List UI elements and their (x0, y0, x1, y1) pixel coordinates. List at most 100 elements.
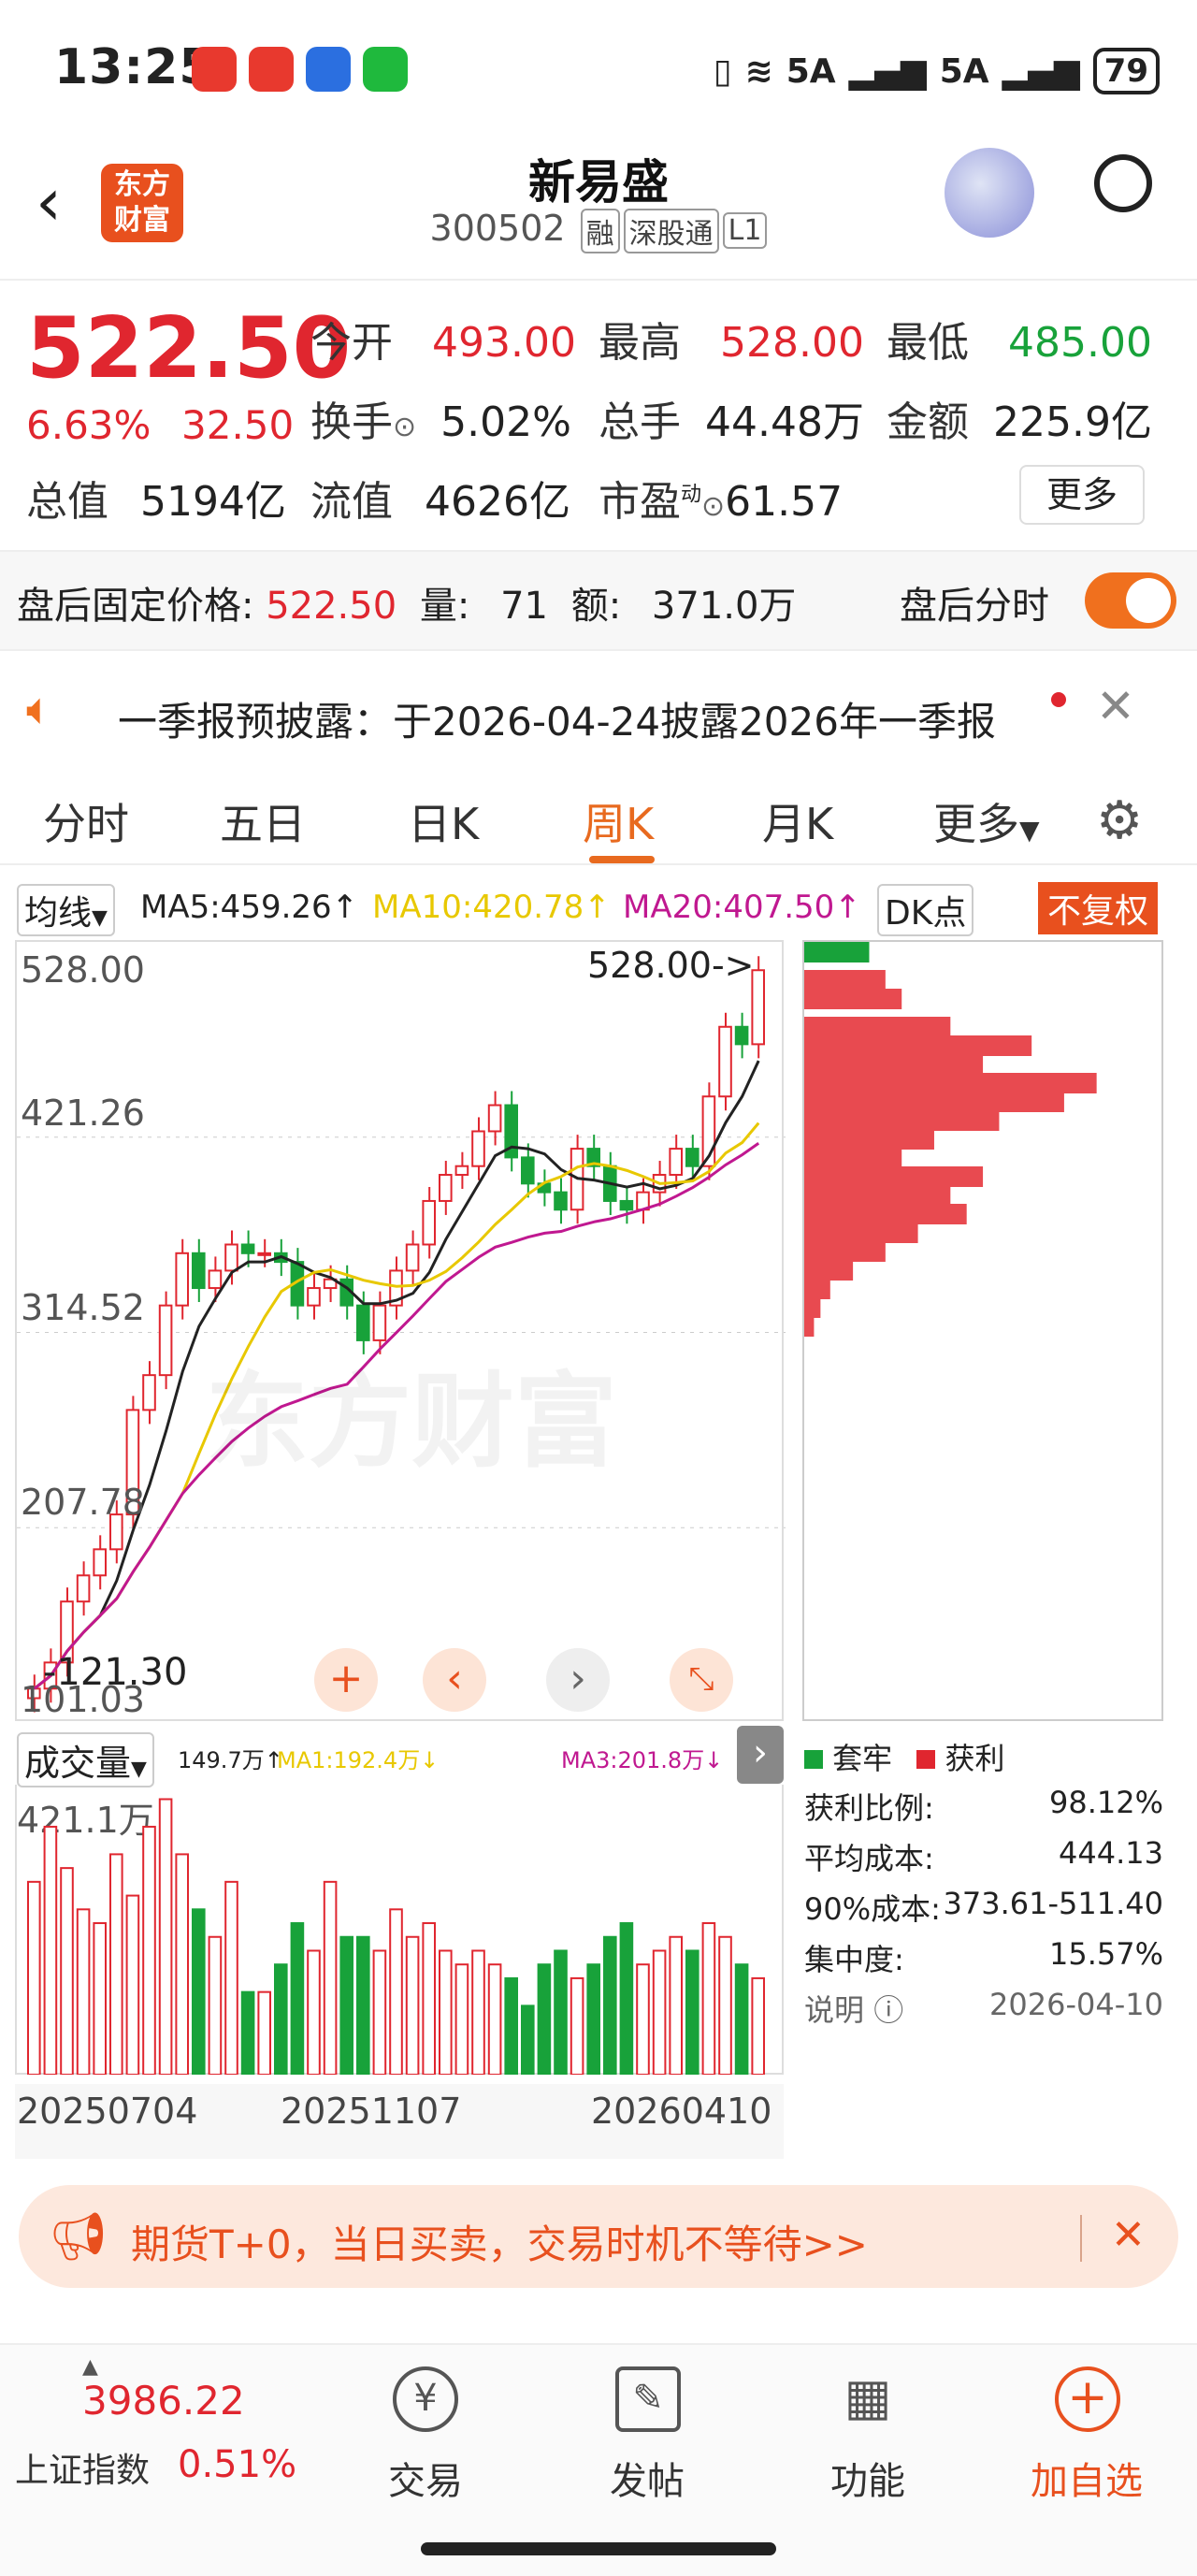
volume-bar (192, 1908, 206, 2076)
chip-row-2-value: 444.13 (1059, 1835, 1163, 1871)
high-label: 最高 (598, 319, 681, 367)
volume-bar (142, 1825, 156, 2076)
volume-bar (224, 1880, 238, 2076)
date-label-1: 20250704 (17, 2091, 198, 2132)
dk-selector[interactable]: DK点 (877, 884, 974, 936)
vol-svg (27, 1798, 766, 2077)
megaphone-icon: 📢︎ (49, 2209, 108, 2264)
battery: 79 (1092, 48, 1160, 94)
speaker-icon: 🔈︎ (26, 683, 53, 735)
info-icon[interactable]: ⊙ (393, 411, 416, 443)
volume-bar (389, 1908, 403, 2076)
volume-bar (669, 1935, 684, 2076)
volume-bar (43, 1825, 58, 2076)
chip-bar (804, 1204, 967, 1224)
volume-bar (60, 1867, 74, 2076)
watermark: 东方财富 (206, 1362, 617, 1482)
volume-bar (240, 1990, 255, 2076)
after-hours-info: 盘后固定价格: 522.50 量: 71 额: 371.0万 (17, 575, 796, 630)
notice-text[interactable]: 一季报预披露：于2026-04-24披露2026年一季报 (118, 690, 996, 747)
chip-bar (804, 1185, 951, 1206)
tab-intraday[interactable]: 分时 (43, 790, 129, 852)
ma20-label: MA20:407.50↑ (623, 889, 861, 926)
candle (669, 1148, 684, 1177)
toggle-knob (1126, 578, 1171, 623)
more-button[interactable]: 更多 (1019, 465, 1145, 525)
app-notification-icon (192, 47, 237, 92)
chip-bar (804, 1279, 830, 1299)
nav-post[interactable]: 发帖 (572, 2451, 722, 2505)
volume-bar (685, 1949, 699, 2076)
chip-bar (804, 1073, 1097, 1093)
ad-text: 期货T+0，当日买卖，交易时机不等待>> (131, 2221, 868, 2267)
volume-bar (208, 1935, 223, 2076)
chip-bar (804, 1241, 886, 1262)
signal-bars-icon: ▂▄▆ (848, 51, 927, 91)
expand-indicator-button[interactable]: › (737, 1726, 784, 1784)
high-value: 528.00 (720, 319, 864, 367)
candle (619, 1199, 634, 1211)
pe-label: 市盈 (598, 478, 681, 526)
settings-gear-icon[interactable]: ⚙ (1096, 790, 1143, 851)
post-edit-icon: ✎ (615, 2366, 681, 2432)
close-icon[interactable]: ✕ (1096, 679, 1135, 733)
volume-bar (405, 1935, 420, 2076)
chip-row-2-label: 平均成本: (804, 1841, 934, 1876)
last-price: 522.50 (26, 299, 351, 398)
kline-chart[interactable] (15, 940, 786, 1721)
low-label: 最低 (887, 319, 969, 367)
index-name[interactable]: 上证指数 (15, 2443, 150, 2492)
open-value: 493.00 (432, 319, 576, 367)
vol-value: 149.7万↑ (178, 1747, 283, 1773)
volume-selector[interactable]: 成交量▼ (17, 1732, 154, 1787)
index-value[interactable]: 3986.22 (82, 2378, 245, 2424)
nav-add-watchlist[interactable]: 加自选 (1012, 2451, 1161, 2505)
volume-bar (356, 1935, 370, 2076)
volume-bar (257, 1990, 271, 2076)
status-bar: 13:25 ▯ ≋ 5A ▂▄▆ 5A ▂▄▆ 79 (0, 0, 1197, 140)
pan-left-button[interactable]: ‹ (423, 1648, 486, 1712)
pe-sup: 动 (681, 483, 702, 507)
tab-five-day[interactable]: 五日 (220, 790, 306, 852)
caret-icon: ▼ (92, 906, 108, 930)
pe-info-icon[interactable]: ⊙ (701, 490, 725, 523)
chip-row-1-label: 获利比例: (804, 1790, 934, 1826)
volume-bar (537, 1963, 552, 2076)
search-icon[interactable] (1094, 154, 1152, 212)
chip-distribution[interactable] (802, 940, 1163, 1721)
robot-assistant-icon[interactable] (945, 148, 1034, 238)
ma-selector[interactable]: 均线▼ (17, 884, 115, 936)
caret-icon-2: ▼ (131, 1758, 147, 1781)
candle (158, 1304, 173, 1377)
zoom-in-button[interactable]: + (314, 1648, 378, 1712)
chip-bar (804, 1110, 1000, 1131)
pan-right-button[interactable]: › (546, 1648, 610, 1712)
low-value: 485.00 (1008, 319, 1152, 367)
volume-chart[interactable] (15, 1785, 784, 2077)
tab-daily[interactable]: 日K (408, 790, 479, 852)
adjust-button[interactable]: 不复权 (1038, 882, 1159, 934)
ah-price: 522.50 (266, 585, 397, 628)
axis-label-top: 528.00 (21, 949, 145, 991)
volume-bar (372, 1949, 387, 2076)
fullscreen-button[interactable]: ⤡ (670, 1648, 733, 1712)
tab-weekly[interactable]: 周K (583, 790, 654, 852)
nav-features[interactable]: 功能 (793, 2451, 943, 2505)
volume-bar (76, 1908, 91, 2076)
ah-vol-label: 量: (419, 585, 470, 628)
nav-trade[interactable]: 交易 (351, 2451, 500, 2505)
chip-row-5-label[interactable]: 说明 ⓘ (804, 1987, 903, 2030)
candle (93, 1548, 108, 1577)
ah-toggle-label: 盘后分时 (900, 585, 1049, 628)
ad-close-icon[interactable]: ✕ (1111, 2211, 1146, 2259)
candle (685, 1148, 699, 1167)
after-hours-toggle[interactable] (1085, 572, 1176, 629)
tab-more[interactable]: 更多▼ (933, 790, 1040, 852)
candle (257, 1252, 271, 1256)
info-circle-icon: ⓘ (873, 1992, 904, 2028)
candle (422, 1199, 436, 1246)
tab-monthly[interactable]: 月K (762, 790, 833, 852)
mcap-value: 5194亿 (140, 478, 286, 526)
chip-bar (804, 1054, 984, 1075)
candle (554, 1191, 568, 1211)
